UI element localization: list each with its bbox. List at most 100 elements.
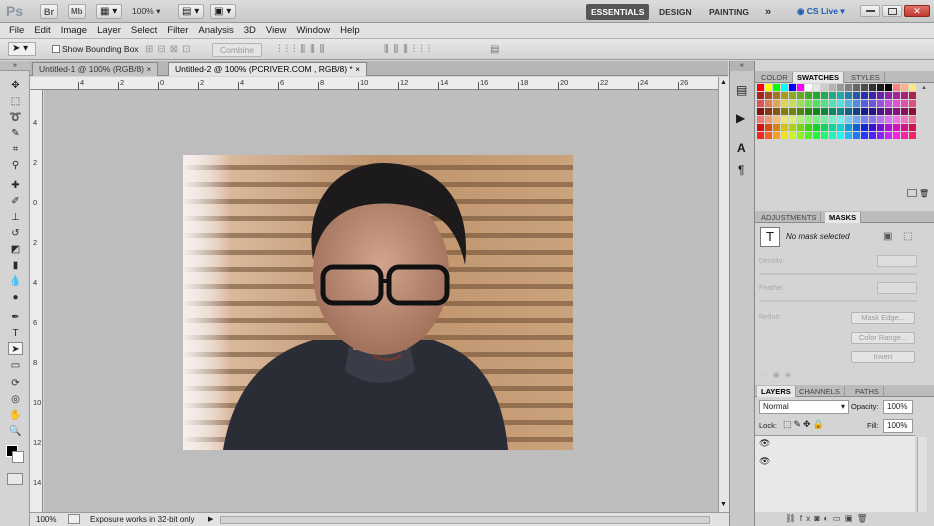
swatch[interactable]	[853, 84, 860, 91]
swatch[interactable]	[813, 100, 820, 107]
marquee-tool-icon[interactable]: ⬚	[8, 95, 23, 108]
tool-preset-picker[interactable]: ➤ ▾	[8, 42, 36, 56]
lock-icons[interactable]: ⬚✎✥🔒	[783, 419, 826, 430]
swatch[interactable]	[797, 124, 804, 131]
swatch[interactable]	[829, 108, 836, 115]
swatch[interactable]	[853, 92, 860, 99]
layers-footer-icons[interactable]: ⛓fx◙◐▭▣🗑	[785, 513, 872, 524]
tab-layers[interactable]: LAYERS	[757, 386, 796, 397]
add-pixel-mask-icon[interactable]: ▣	[883, 231, 892, 242]
swatch[interactable]	[845, 100, 852, 107]
swatch[interactable]	[757, 132, 764, 139]
dock-collapse-icon[interactable]: «	[730, 61, 754, 71]
swatch[interactable]	[869, 116, 876, 123]
swatch[interactable]	[845, 132, 852, 139]
swatch[interactable]	[821, 124, 828, 131]
swatch[interactable]	[877, 132, 884, 139]
background-color-swatch[interactable]	[12, 451, 24, 463]
path-selection-tool-icon[interactable]: ➤	[8, 342, 23, 355]
swatch[interactable]	[901, 116, 908, 123]
arrange-documents-button[interactable]: ▤ ▾	[178, 4, 204, 19]
swatch[interactable]	[837, 92, 844, 99]
tab-swatches[interactable]: SWATCHES	[793, 72, 844, 83]
swatch[interactable]	[781, 84, 788, 91]
swatch-grid[interactable]	[757, 84, 917, 142]
close-button[interactable]: ✕	[904, 5, 930, 17]
swatch[interactable]	[805, 108, 812, 115]
swatch[interactable]	[773, 108, 780, 115]
swatch[interactable]	[885, 116, 892, 123]
swatch[interactable]	[845, 84, 852, 91]
swatch[interactable]	[781, 92, 788, 99]
align-icons[interactable]: ⫶⫶⫶⫼⫼⫼	[278, 44, 329, 55]
zoom-level-select[interactable]: 100% ▾	[132, 6, 160, 17]
swatch[interactable]	[789, 124, 796, 131]
workspace-painting[interactable]: PAINTING	[704, 4, 754, 20]
clone-stamp-tool-icon[interactable]: ⊥	[8, 211, 23, 224]
actions-panel-icon[interactable]: ▶	[736, 111, 745, 125]
swatch[interactable]	[829, 124, 836, 131]
distribute-icons[interactable]: ⫼⫼⫼⫶⫶⫶	[384, 44, 435, 55]
swatch[interactable]	[789, 116, 796, 123]
swatch[interactable]	[805, 132, 812, 139]
swatch[interactable]	[901, 92, 908, 99]
vertical-scrollbar[interactable]: ▲ ▼	[718, 77, 729, 512]
menu-layer[interactable]: Layer	[92, 23, 126, 38]
menu-3d[interactable]: 3D	[239, 23, 261, 38]
swatch[interactable]	[805, 84, 812, 91]
swatch[interactable]	[853, 116, 860, 123]
menu-filter[interactable]: Filter	[162, 23, 193, 38]
view-extras-button[interactable]: ▦ ▾	[96, 4, 122, 19]
swatch[interactable]	[893, 132, 900, 139]
cs-live-button[interactable]: ◉ CS Live ▾	[797, 6, 845, 17]
mini-bridge-button[interactable]: Mb	[68, 4, 86, 19]
tab-untitled-2[interactable]: Untitled-2 @ 100% (PCRIVER.COM , RGB/8) …	[168, 62, 368, 76]
swatch[interactable]	[765, 124, 772, 131]
swatch[interactable]	[789, 100, 796, 107]
swatch[interactable]	[837, 132, 844, 139]
swatch[interactable]	[829, 132, 836, 139]
swatch[interactable]	[877, 108, 884, 115]
swatch[interactable]	[877, 84, 884, 91]
swatch[interactable]	[901, 84, 908, 91]
path-operation-icons[interactable]: ⊞⊟⊠⊡	[145, 44, 195, 55]
swatch[interactable]	[861, 116, 868, 123]
swatch[interactable]	[909, 124, 916, 131]
swatch[interactable]	[757, 124, 764, 131]
density-field[interactable]	[877, 255, 917, 267]
tab-channels[interactable]: CHANNELS	[795, 386, 845, 397]
swatch[interactable]	[853, 132, 860, 139]
swatch[interactable]	[805, 124, 812, 131]
color-range-button[interactable]: Color Range...	[851, 332, 915, 344]
horizontal-scrollbar[interactable]	[220, 516, 710, 524]
move-tool-icon[interactable]: ✥	[8, 79, 23, 92]
swatch[interactable]	[853, 100, 860, 107]
swatch[interactable]	[853, 108, 860, 115]
workspace-more[interactable]: »	[760, 4, 776, 20]
swatch[interactable]	[829, 100, 836, 107]
menu-view[interactable]: View	[261, 23, 291, 38]
swatch[interactable]	[837, 116, 844, 123]
swatch[interactable]	[781, 116, 788, 123]
swatch[interactable]	[757, 108, 764, 115]
swatch[interactable]	[797, 116, 804, 123]
swatch[interactable]	[885, 84, 892, 91]
swatch[interactable]	[861, 92, 868, 99]
menu-image[interactable]: Image	[56, 23, 92, 38]
menu-help[interactable]: Help	[335, 23, 365, 38]
swatch[interactable]	[909, 108, 916, 115]
workspace-essentials[interactable]: ESSENTIALS	[586, 4, 650, 20]
tab-adjustments[interactable]: ADJUSTMENTS	[757, 212, 822, 223]
canvas-area[interactable]	[44, 90, 718, 512]
swatch[interactable]	[909, 100, 916, 107]
swatch[interactable]	[781, 132, 788, 139]
swatch[interactable]	[869, 108, 876, 115]
swatch[interactable]	[893, 116, 900, 123]
menu-analysis[interactable]: Analysis	[193, 23, 238, 38]
swatch[interactable]	[837, 100, 844, 107]
swatch[interactable]	[837, 84, 844, 91]
swatch[interactable]	[773, 124, 780, 131]
swatch[interactable]	[893, 92, 900, 99]
swatch[interactable]	[869, 100, 876, 107]
eraser-tool-icon[interactable]: ◩	[8, 243, 23, 256]
